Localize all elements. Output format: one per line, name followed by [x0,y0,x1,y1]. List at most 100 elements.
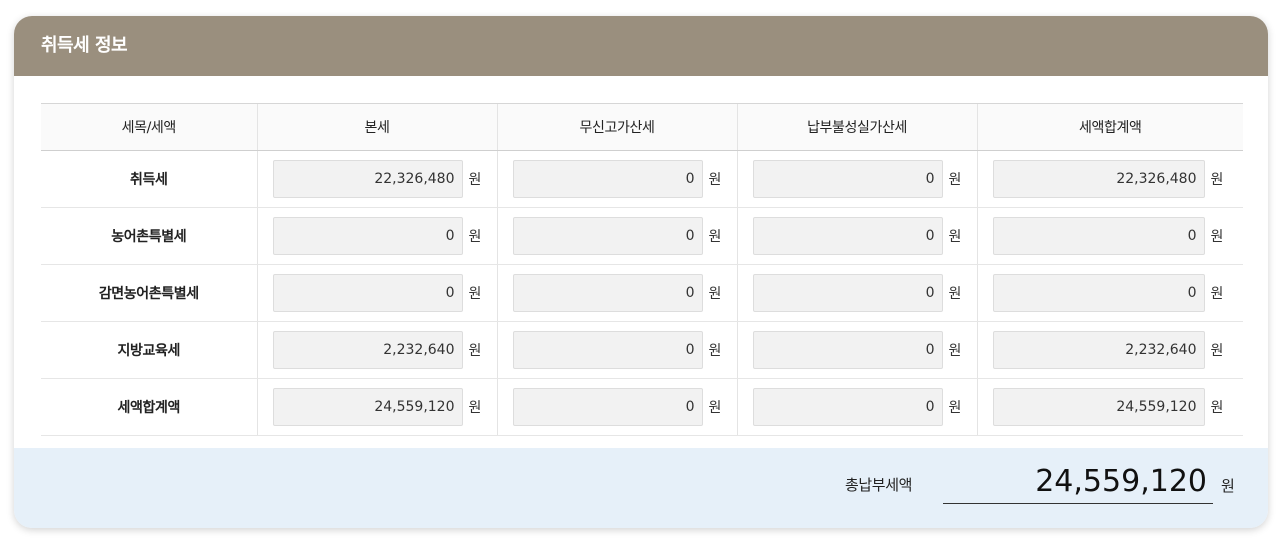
amount-field-late-payment-penalty: 0 [752,217,943,255]
currency-unit: 원 [708,400,722,416]
currency-unit: 원 [1210,400,1224,416]
amount-field-principal-tax: 0 [272,274,463,312]
cell-non-filing-penalty: 0원 [496,150,737,208]
amount-cell: 0원 [738,331,977,369]
amount-cell: 24,559,120 원 [258,388,497,426]
currency-unit: 원 [468,229,482,245]
amount-cell: 0원 [498,331,737,369]
row-label: 감면농어촌특별세 [41,264,257,322]
currency-unit: 원 [948,343,962,359]
amount-cell: 24,559,120 원 [978,388,1244,426]
cell-late-payment-penalty: 0원 [736,207,977,265]
cell-non-filing-penalty: 0원 [496,264,737,322]
currency-unit: 원 [468,400,482,416]
amount-cell: 22,326,480 원 [258,160,497,198]
cell-late-payment-penalty: 0원 [736,150,977,208]
total-payment-label: 총납부세액 [845,476,913,494]
cell-total-amount: 0원 [976,207,1244,265]
row-label: 농어촌특별세 [41,207,257,265]
currency-unit: 원 [948,172,962,188]
amount-field-total-amount: 0 [992,274,1205,312]
total-payment-bar: 총납부세액 24,559,120 원 [14,448,1268,528]
amount-cell: 0원 [738,160,977,198]
amount-field-total-amount: 2,232,640 [992,331,1205,369]
amount-field-principal-tax: 22,326,480 [272,160,463,198]
currency-unit: 원 [1210,172,1224,188]
row-label: 취득세 [41,150,257,208]
amount-field-late-payment-penalty: 0 [752,274,943,312]
table-row: 농어촌특별세 0 원 0 원 0 원 0 원 [41,207,1244,265]
currency-unit: 원 [948,400,962,416]
currency-unit: 원 [1210,229,1224,245]
amount-field-total-amount: 22,326,480 [992,160,1205,198]
amount-cell: 0원 [498,388,737,426]
cell-total-amount: 22,326,480 원 [976,150,1244,208]
currency-unit: 원 [468,286,482,302]
table-row: 지방교육세 2,232,640 원 0 원 0 원 2,232,640 원 [41,321,1244,379]
amount-field-non-filing-penalty: 0 [512,160,703,198]
currency-unit: 원 [708,343,722,359]
amount-field-total-amount: 24,559,120 [992,388,1205,426]
table-row: 감면농어촌특별세 0 원 0 원 0 원 0 원 [41,264,1244,322]
row-label: 세액합계액 [41,378,257,436]
amount-field-non-filing-penalty: 0 [512,331,703,369]
amount-cell: 0원 [978,274,1244,312]
cell-principal-tax: 22,326,480 원 [256,150,497,208]
amount-cell: 0원 [978,217,1244,255]
currency-unit: 원 [708,172,722,188]
cell-principal-tax: 0원 [256,264,497,322]
row-label: 지방교육세 [41,321,257,379]
currency-unit: 원 [1210,286,1224,302]
table-row: 세액합계액 24,559,120 원 0 원 0 원 24,559,120 원 [41,378,1244,436]
cell-late-payment-penalty: 0원 [736,378,977,436]
header-total-amount: 세액합계액 [976,103,1243,151]
amount-cell: 0원 [258,217,497,255]
cell-late-payment-penalty: 0원 [736,321,977,379]
currency-unit: 원 [1210,343,1224,359]
currency-unit: 원 [708,286,722,302]
amount-field-late-payment-penalty: 0 [752,388,943,426]
amount-field-non-filing-penalty: 0 [512,388,703,426]
currency-unit: 원 [468,172,482,188]
amount-field-non-filing-penalty: 0 [512,217,703,255]
amount-cell: 0원 [498,160,737,198]
amount-cell: 22,326,480 원 [978,160,1244,198]
amount-field-principal-tax: 2,232,640 [272,331,463,369]
amount-cell: 0원 [258,274,497,312]
tax-table-container: 세목/세액 본세 무신고가산세 납부불성실가산세 세액합계액 취득세 22,326… [41,103,1243,436]
header-late-payment-penalty: 납부불성실가산세 [736,103,977,151]
amount-cell: 2,232,640 원 [978,331,1244,369]
currency-unit: 원 [948,229,962,245]
total-payment-value: 24,559,120 [943,462,1213,504]
cell-non-filing-penalty: 0원 [496,378,737,436]
amount-field-principal-tax: 0 [272,217,463,255]
currency-unit: 원 [948,286,962,302]
acquisition-tax-panel: 취득세 정보 세목/세액 본세 무신고가산세 납부불성실가산세 세액합계액 취득… [14,16,1268,528]
header-tax-item: 세목/세액 [41,103,257,151]
amount-cell: 0원 [738,217,977,255]
cell-principal-tax: 24,559,120 원 [256,378,497,436]
cell-total-amount: 2,232,640 원 [976,321,1244,379]
cell-total-amount: 24,559,120 원 [976,378,1244,436]
panel-title: 취득세 정보 [14,16,1268,76]
header-non-filing-penalty: 무신고가산세 [496,103,737,151]
total-payment-unit: 원 [1221,477,1235,495]
cell-non-filing-penalty: 0원 [496,207,737,265]
amount-cell: 0원 [738,274,977,312]
table-row: 취득세 22,326,480 원 0 원 0 원 22,326,480 원 [41,150,1244,208]
cell-principal-tax: 0원 [256,207,497,265]
cell-non-filing-penalty: 0원 [496,321,737,379]
header-principal-tax: 본세 [256,103,497,151]
amount-field-late-payment-penalty: 0 [752,160,943,198]
table-header-row: 세목/세액 본세 무신고가산세 납부불성실가산세 세액합계액 [41,103,1243,151]
amount-field-principal-tax: 24,559,120 [272,388,463,426]
cell-late-payment-penalty: 0원 [736,264,977,322]
tax-table: 세목/세액 본세 무신고가산세 납부불성실가산세 세액합계액 취득세 22,326… [41,103,1243,436]
cell-total-amount: 0원 [976,264,1244,322]
amount-field-late-payment-penalty: 0 [752,331,943,369]
amount-cell: 0원 [498,274,737,312]
currency-unit: 원 [468,343,482,359]
amount-cell: 2,232,640 원 [258,331,497,369]
amount-field-total-amount: 0 [992,217,1205,255]
amount-cell: 0원 [498,217,737,255]
